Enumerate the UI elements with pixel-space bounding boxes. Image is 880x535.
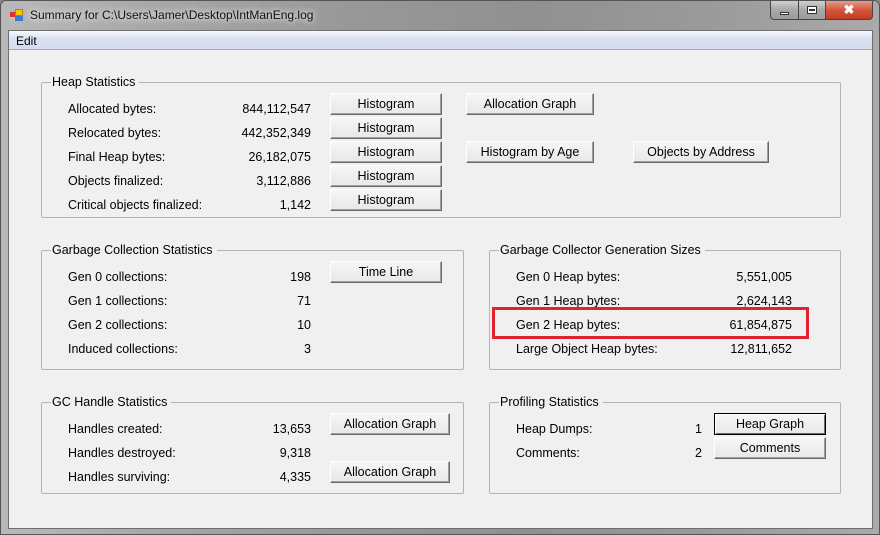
comments-button[interactable]: Comments xyxy=(714,437,826,459)
critical-objects-finalized-label: Critical objects finalized: xyxy=(68,198,203,212)
group-title: Garbage Collector Generation Sizes xyxy=(499,243,705,257)
handles-destroyed-value: 9,318 xyxy=(279,446,311,460)
final-heap-histogram-button[interactable]: Histogram xyxy=(330,141,442,163)
app-window-icon[interactable] xyxy=(10,9,24,21)
handle-statistics-group: GC Handle Statistics Handles created: 13… xyxy=(41,395,464,494)
heap-dumps-label: Heap Dumps: xyxy=(516,422,593,436)
induced-collections-label: Induced collections: xyxy=(68,342,178,356)
handles-surviving-allocation-graph-button[interactable]: Allocation Graph xyxy=(330,461,450,483)
histogram-by-age-button[interactable]: Histogram by Age xyxy=(466,141,594,163)
profiling-statistics-group: Profiling Statistics Heap Dumps: 1 Heap … xyxy=(489,395,841,494)
window-title: Summary for C:\Users\Jamer\Desktop\IntMa… xyxy=(30,8,314,22)
gen0-collections-value: 198 xyxy=(290,270,311,284)
objects-finalized-histogram-button[interactable]: Histogram xyxy=(330,165,442,187)
maximize-icon xyxy=(807,6,817,14)
objects-finalized-value: 3,112,886 xyxy=(256,174,311,188)
close-button[interactable]: ✖ xyxy=(826,1,873,20)
relocated-histogram-button[interactable]: Histogram xyxy=(330,117,442,139)
large-object-heap-bytes-value: 12,811,652 xyxy=(730,342,792,356)
allocated-bytes-value: 844,112,547 xyxy=(242,102,311,116)
minimize-button[interactable] xyxy=(770,1,799,20)
allocated-bytes-label: Allocated bytes: xyxy=(68,102,157,116)
critical-objects-finalized-value: 1,142 xyxy=(279,198,311,212)
gen0-heap-bytes-label: Gen 0 Heap bytes: xyxy=(516,270,621,284)
gen2-heap-bytes-value: 61,854,875 xyxy=(729,318,792,332)
gen2-collections-value: 10 xyxy=(297,318,311,332)
caption-buttons: ✖ xyxy=(770,1,873,20)
menu-edit[interactable]: Edit xyxy=(16,34,37,48)
heap-statistics-group: Heap Statistics Allocated bytes: 844,112… xyxy=(41,75,841,218)
gen0-collections-label: Gen 0 collections: xyxy=(68,270,168,284)
gen1-collections-value: 71 xyxy=(297,294,311,308)
relocated-bytes-value: 442,352,349 xyxy=(241,126,311,140)
group-title: Profiling Statistics xyxy=(499,395,603,409)
gc-statistics-group: Garbage Collection Statistics Gen 0 coll… xyxy=(41,243,464,370)
relocated-bytes-label: Relocated bytes: xyxy=(68,126,162,140)
heap-graph-button[interactable]: Heap Graph xyxy=(714,413,826,435)
gen2-collections-label: Gen 2 collections: xyxy=(68,318,168,332)
maximize-button[interactable] xyxy=(799,1,826,20)
summary-window: Summary for C:\Users\Jamer\Desktop\IntMa… xyxy=(0,0,880,535)
large-object-heap-bytes-label: Large Object Heap bytes: xyxy=(516,342,658,356)
final-heap-bytes-label: Final Heap bytes: xyxy=(68,150,166,164)
title-bar[interactable]: Summary for C:\Users\Jamer\Desktop\IntMa… xyxy=(1,1,879,29)
handles-created-value: 13,653 xyxy=(272,422,311,436)
gen2-heap-bytes-label: Gen 2 Heap bytes: xyxy=(516,318,621,332)
comments-label: Comments: xyxy=(516,446,580,460)
objects-by-address-button[interactable]: Objects by Address xyxy=(633,141,769,163)
allocated-histogram-button[interactable]: Histogram xyxy=(330,93,442,115)
handles-surviving-value: 4,335 xyxy=(279,470,311,484)
objects-finalized-label: Objects finalized: xyxy=(68,174,164,188)
client-area: Edit Heap Statistics Allocated bytes: 84… xyxy=(8,30,873,529)
gen1-heap-bytes-label: Gen 1 Heap bytes: xyxy=(516,294,621,308)
handles-destroyed-label: Handles destroyed: xyxy=(68,446,176,460)
menu-bar: Edit xyxy=(9,31,872,50)
generation-sizes-group: Garbage Collector Generation Sizes Gen 0… xyxy=(489,243,841,370)
comments-value: 2 xyxy=(695,446,702,460)
induced-collections-value: 3 xyxy=(304,342,311,356)
close-icon: ✖ xyxy=(843,2,855,17)
critical-objects-histogram-button[interactable]: Histogram xyxy=(330,189,442,211)
final-heap-bytes-value: 26,182,075 xyxy=(248,150,311,164)
gen1-heap-bytes-value: 2,624,143 xyxy=(736,294,792,308)
handles-created-label: Handles created: xyxy=(68,422,163,436)
gen1-collections-label: Gen 1 collections: xyxy=(68,294,168,308)
allocation-graph-button[interactable]: Allocation Graph xyxy=(466,93,594,115)
handles-surviving-label: Handles surviving: xyxy=(68,470,171,484)
time-line-button[interactable]: Time Line xyxy=(330,261,442,283)
heap-dumps-value: 1 xyxy=(695,422,702,436)
group-title: GC Handle Statistics xyxy=(51,395,172,409)
handles-created-allocation-graph-button[interactable]: Allocation Graph xyxy=(330,413,450,435)
gen0-heap-bytes-value: 5,551,005 xyxy=(736,270,792,284)
minimize-icon xyxy=(780,11,789,15)
group-title: Heap Statistics xyxy=(51,75,140,89)
group-title: Garbage Collection Statistics xyxy=(51,243,217,257)
